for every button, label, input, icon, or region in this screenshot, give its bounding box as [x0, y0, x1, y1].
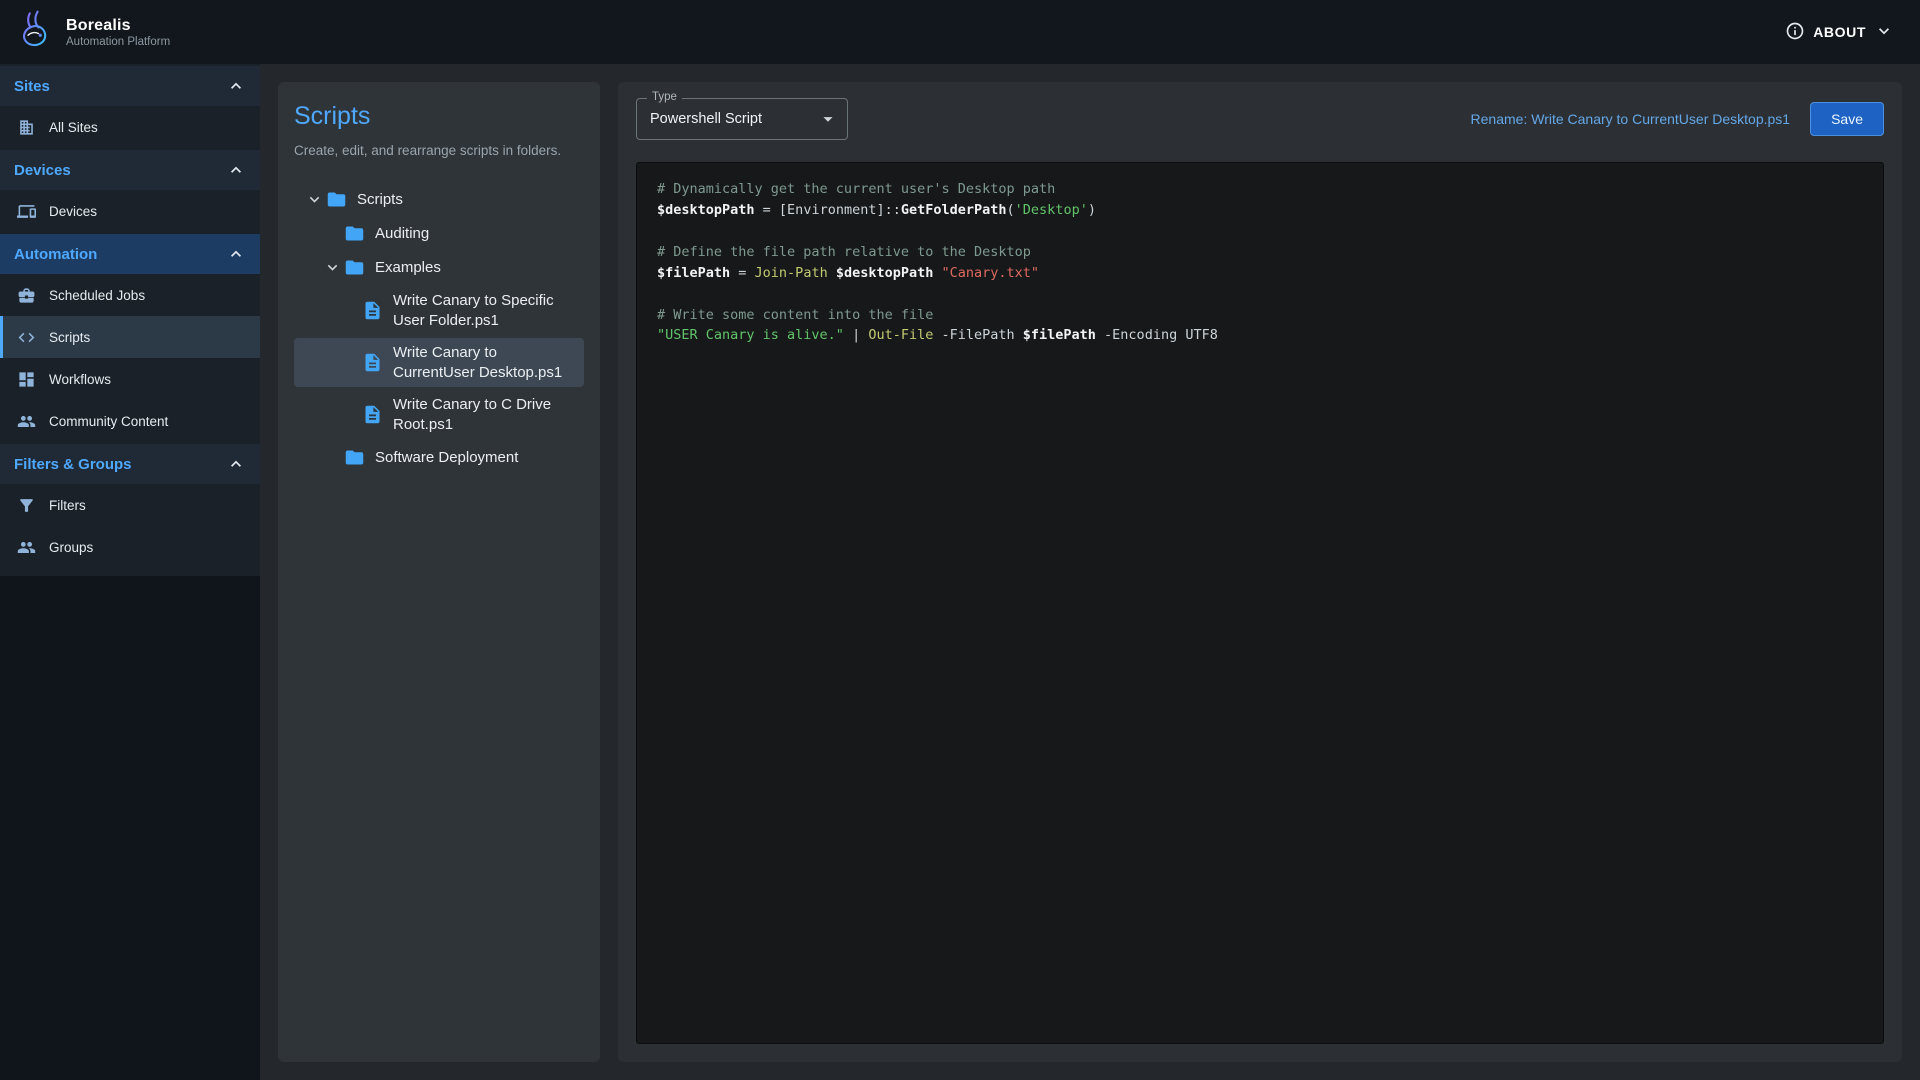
- about-menu[interactable]: ABOUT: [1785, 21, 1894, 44]
- tree-item-label: Examples: [375, 258, 576, 278]
- tree-file-write-canary-to-specific-user-folder-ps1[interactable]: Write Canary to Specific User Folder.ps1: [294, 286, 584, 335]
- sidebar-item-workflows[interactable]: Workflows: [0, 358, 260, 400]
- section-label: Automation: [14, 246, 97, 263]
- expand-chevron-icon[interactable]: [302, 190, 326, 209]
- script-type-select[interactable]: Type Powershell Script: [636, 98, 848, 140]
- sidebar-section-devices[interactable]: Devices: [0, 150, 260, 190]
- folder-icon: [344, 447, 366, 468]
- scripts-panel-title: Scripts: [294, 102, 584, 131]
- nav-item-label: Workflows: [49, 372, 111, 387]
- nav-item-label: Filters: [49, 498, 86, 513]
- about-label: ABOUT: [1813, 24, 1866, 40]
- code-line: $filePath = Join-Path $desktopPath "Cana…: [657, 263, 1863, 284]
- nav-item-label: Devices: [49, 204, 97, 219]
- type-select-label: Type: [647, 91, 682, 103]
- tree-folder-software-deployment[interactable]: Software Deployment: [294, 442, 584, 473]
- tree-folder-auditing[interactable]: Auditing: [294, 218, 584, 249]
- sidebar-item-all-sites[interactable]: All Sites: [0, 106, 260, 148]
- tree-item-label: Software Deployment: [375, 448, 576, 468]
- dashboard-icon: [17, 370, 36, 389]
- code-line: # Dynamically get the current user's Des…: [657, 179, 1863, 200]
- nav-item-label: Community Content: [49, 414, 168, 429]
- sidebar-item-groups[interactable]: Groups: [0, 526, 260, 568]
- expand-chevron-icon[interactable]: [320, 258, 344, 277]
- brand-text: Borealis Automation Platform: [66, 17, 170, 48]
- dropdown-arrow-icon: [817, 108, 839, 130]
- nav-item-label: Scripts: [49, 330, 90, 345]
- body-row: Sites All Sites Devices Devices Automation Sc…: [0, 64, 1920, 1080]
- sidebar-section-filters-groups[interactable]: Filters & Groups: [0, 444, 260, 484]
- chevron-up-icon: [226, 454, 246, 474]
- sidebar-item-filters[interactable]: Filters: [0, 484, 260, 526]
- chevron-down-icon: [1874, 21, 1894, 44]
- tree-item-label: Write Canary to C Drive Root.ps1: [393, 395, 576, 434]
- borealis-logo: [14, 9, 56, 56]
- brand-subtitle: Automation Platform: [66, 36, 170, 48]
- tree-item-label: Write Canary to Specific User Folder.ps1: [393, 291, 576, 330]
- sidebar-item-scripts[interactable]: Scripts: [0, 316, 260, 358]
- folder-icon: [344, 223, 366, 244]
- tree-folder-scripts[interactable]: Scripts: [294, 184, 584, 215]
- funnel-icon: [17, 496, 36, 515]
- rename-link[interactable]: Rename: Write Canary to CurrentUser Desk…: [1471, 111, 1791, 127]
- chevron-up-icon: [226, 244, 246, 264]
- code-line: [657, 284, 1863, 305]
- content-area: Scripts Create, edit, and rearrange scri…: [260, 64, 1920, 1080]
- nav-item-label: Groups: [49, 540, 93, 555]
- nav-item-label: All Sites: [49, 120, 98, 135]
- app-root: Borealis Automation Platform ABOUT Sites…: [0, 0, 1920, 1080]
- brand: Borealis Automation Platform: [14, 9, 170, 56]
- section-label: Filters & Groups: [14, 456, 132, 473]
- sidebar-item-scheduled-jobs[interactable]: Scheduled Jobs: [0, 274, 260, 316]
- brand-name: Borealis: [66, 17, 170, 35]
- section-label: Sites: [14, 78, 50, 95]
- scripts-panel: Scripts Create, edit, and rearrange scri…: [278, 82, 600, 1062]
- folder-icon: [326, 189, 348, 210]
- scripts-tree: Scripts Auditing Examples Write Canary to S…: [294, 184, 584, 473]
- save-button[interactable]: Save: [1810, 102, 1884, 136]
- file-icon: [362, 300, 384, 321]
- code-line: "USER Canary is alive." | Out-File -File…: [657, 325, 1863, 346]
- tree-folder-examples[interactable]: Examples: [294, 252, 584, 283]
- code-line: # Define the file path relative to the D…: [657, 242, 1863, 263]
- chevron-up-icon: [226, 160, 246, 180]
- building-icon: [17, 118, 36, 137]
- scripts-panel-subtitle: Create, edit, and rearrange scripts in f…: [294, 143, 584, 158]
- file-icon: [362, 404, 384, 425]
- tree-file-write-canary-to-c-drive-root-ps1[interactable]: Write Canary to C Drive Root.ps1: [294, 390, 584, 439]
- tree-item-label: Auditing: [375, 224, 576, 244]
- sidebar: Sites All Sites Devices Devices Automation Sc…: [0, 64, 260, 1080]
- editor-toolbar: Type Powershell Script Rename: Write Can…: [636, 98, 1884, 140]
- people-icon: [17, 538, 36, 557]
- sidebar-sections: Sites All Sites Devices Devices Automation Sc…: [0, 64, 260, 576]
- chevron-up-icon: [226, 76, 246, 96]
- devices-icon: [17, 202, 36, 221]
- code-line: [657, 221, 1863, 242]
- sidebar-item-devices[interactable]: Devices: [0, 190, 260, 232]
- code-line: $desktopPath = [Environment]::GetFolderP…: [657, 200, 1863, 221]
- toolbar-right: Rename: Write Canary to CurrentUser Desk…: [1471, 102, 1884, 136]
- code-editor[interactable]: # Dynamically get the current user's Des…: [636, 162, 1884, 1044]
- sidebar-section-sites[interactable]: Sites: [0, 66, 260, 106]
- type-select-value: Powershell Script: [650, 111, 817, 127]
- top-bar: Borealis Automation Platform ABOUT: [0, 0, 1920, 64]
- code-line: # Write some content into the file: [657, 305, 1863, 326]
- sidebar-item-community-content[interactable]: Community Content: [0, 400, 260, 442]
- folder-icon: [344, 257, 366, 278]
- briefcase-icon: [17, 286, 36, 305]
- people-icon: [17, 412, 36, 431]
- file-icon: [362, 352, 384, 373]
- nav-item-label: Scheduled Jobs: [49, 288, 145, 303]
- info-icon: [1785, 21, 1805, 44]
- section-label: Devices: [14, 162, 71, 179]
- tree-item-label: Scripts: [357, 190, 576, 210]
- code-icon: [17, 328, 36, 347]
- tree-file-write-canary-to-currentuser-desktop-ps1[interactable]: Write Canary to CurrentUser Desktop.ps1: [294, 338, 584, 387]
- sidebar-section-automation[interactable]: Automation: [0, 234, 260, 274]
- tree-item-label: Write Canary to CurrentUser Desktop.ps1: [393, 343, 576, 382]
- editor-panel: Type Powershell Script Rename: Write Can…: [618, 82, 1902, 1062]
